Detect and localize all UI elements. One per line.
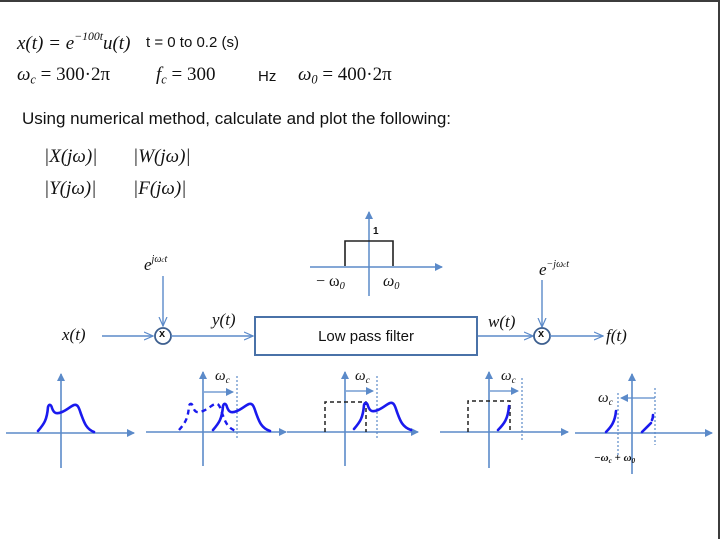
filter-gain-label: 1 <box>373 226 379 237</box>
neg-cutoff-sub: 0 <box>339 281 345 293</box>
carrier2-exp-tail: t <box>566 259 570 270</box>
plot4-wc-label: ωc <box>501 368 516 386</box>
plot3-wc-sub: c <box>365 374 370 386</box>
plot3-spectrum-curve <box>352 401 413 432</box>
plot1-spectrum-curve <box>36 403 96 434</box>
neg-cutoff-text: − ω <box>316 273 340 290</box>
plot5-result-b: + ω <box>611 452 632 464</box>
plot5-baseband-curve <box>604 409 618 434</box>
plot5-wc-symbol: ω <box>598 390 609 406</box>
filter-pos-cutoff-label: ω0 <box>383 273 400 292</box>
plot5-result-label: −ωc + ω0 <box>594 452 635 465</box>
pos-cutoff-text: ω <box>383 273 395 290</box>
filter-label: Low pass filter <box>318 327 414 345</box>
plot5-wc-sub: c <box>608 396 613 408</box>
spectrum-plot-lpf <box>287 371 419 466</box>
plot4-wc-symbol: ω <box>501 368 512 384</box>
carrier1-exp-tail: t <box>164 254 168 265</box>
plot2-wc-sub: c <box>225 374 230 386</box>
plot4-wc-sub: c <box>511 374 516 386</box>
carrier2-exp: −jω <box>546 259 564 270</box>
pos-cutoff-sub: 0 <box>394 281 400 293</box>
low-pass-filter-block: Low pass filter <box>254 316 478 356</box>
w-label: w(t) <box>488 312 516 331</box>
mixer1-symbol: x <box>159 328 166 340</box>
plot4-filtered-curve <box>496 404 511 432</box>
spectrum-plot-w <box>440 371 569 468</box>
mixer2-symbol: x <box>538 328 545 340</box>
spectrum-plot-y <box>146 371 287 466</box>
output-label: f(t) <box>606 326 627 345</box>
carrier2-label: e−jωct <box>539 259 569 280</box>
plot5-residual-curve <box>640 413 655 434</box>
plot5-result-b-sub: 0 <box>631 457 636 466</box>
carrier1-label: ejωct <box>144 254 167 275</box>
y-label: y(t) <box>212 310 236 329</box>
carrier1-exp: jω <box>151 254 162 265</box>
plot2-wc-label: ωc <box>215 368 230 386</box>
plot5-result-a: −ω <box>594 452 609 464</box>
plot2-shifted-curve <box>211 402 272 433</box>
plot5-wc-label: ωc <box>598 390 613 408</box>
plot2-wc-symbol: ω <box>215 368 226 384</box>
plot3-wc-label: ωc <box>355 368 370 386</box>
input-label: x(t) <box>62 325 86 344</box>
plot3-wc-symbol: ω <box>355 368 366 384</box>
filter-neg-cutoff-label: − ω0 <box>316 273 345 292</box>
carrier2-base: e <box>539 260 547 279</box>
carrier1-base: e <box>144 255 152 274</box>
spectrum-plot-x <box>6 373 135 468</box>
